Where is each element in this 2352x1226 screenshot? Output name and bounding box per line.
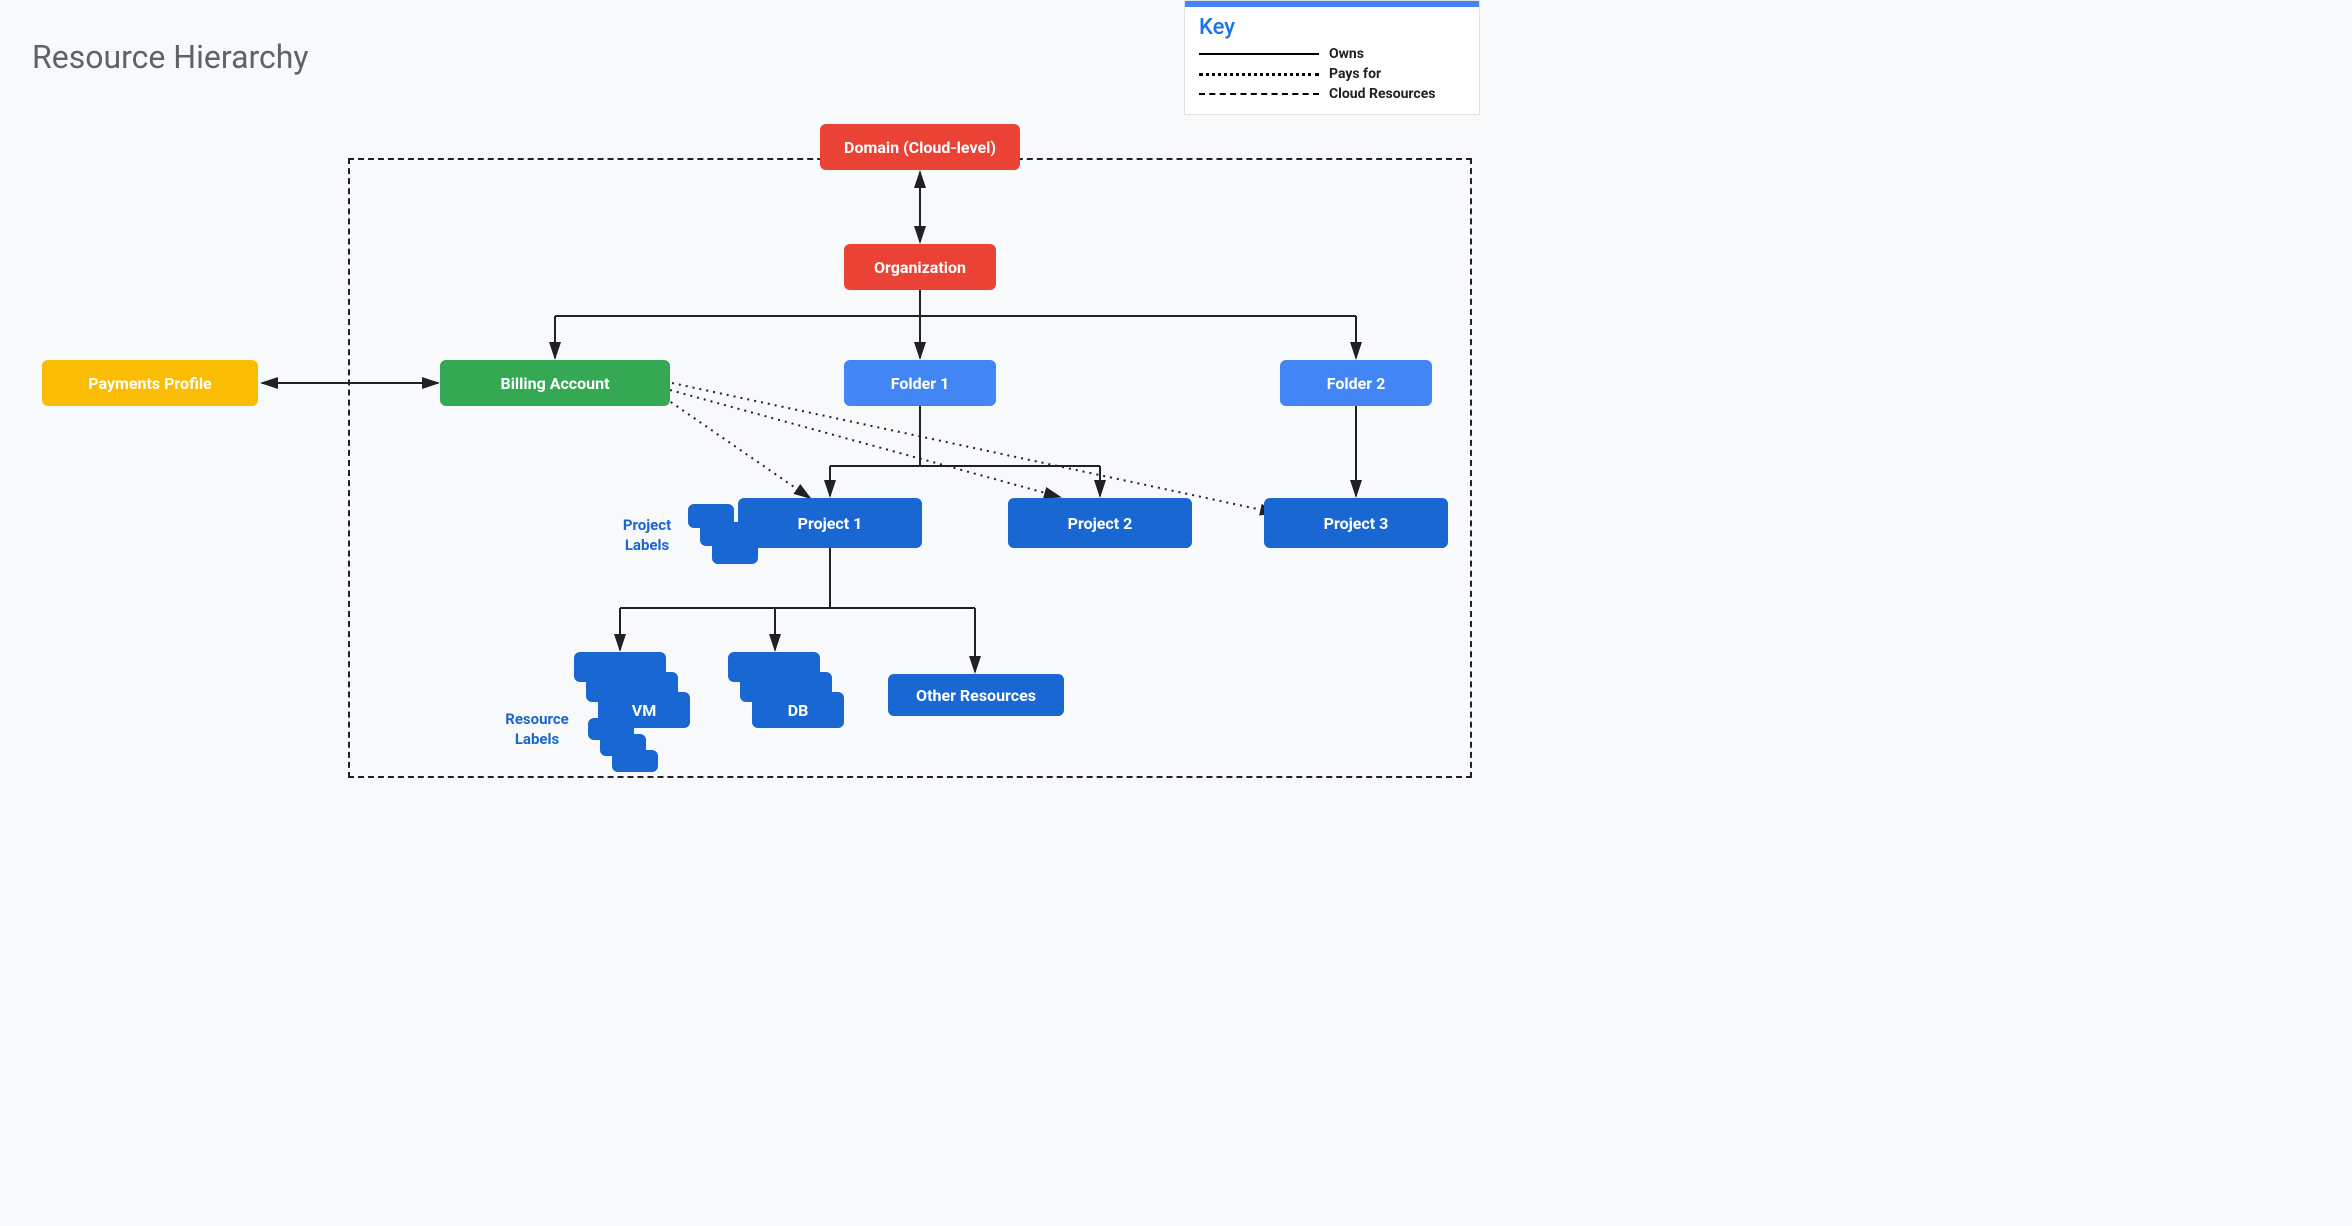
legend-label-cloudresources: Cloud Resources	[1329, 86, 1435, 102]
legend-label-paysfor: Pays for	[1329, 66, 1381, 82]
legend-row-owns: Owns	[1185, 44, 1479, 64]
legend-box: Key Owns Pays for Cloud Resources	[1184, 0, 1480, 115]
node-project3: Project 3	[1264, 498, 1448, 548]
node-billing-account: Billing Account	[440, 360, 670, 406]
resource-label-chip	[612, 750, 658, 772]
node-project2: Project 2	[1008, 498, 1192, 548]
node-other-resources: Other Resources	[888, 674, 1064, 716]
legend-row-cloudresources: Cloud Resources	[1185, 84, 1479, 104]
legend-title: Key	[1185, 7, 1479, 44]
label-project-labels: Project Labels	[612, 516, 682, 555]
node-project1: Project 1	[738, 498, 922, 548]
label-resource-labels: Resource Labels	[494, 710, 580, 749]
node-db: DB	[752, 692, 844, 728]
legend-line-dotted	[1199, 73, 1319, 76]
page-title: Resource Hierarchy	[32, 38, 309, 76]
node-folder1: Folder 1	[844, 360, 996, 406]
legend-label-owns: Owns	[1329, 46, 1364, 62]
legend-line-solid	[1199, 53, 1319, 55]
node-payments-profile: Payments Profile	[42, 360, 258, 406]
node-folder2: Folder 2	[1280, 360, 1432, 406]
legend-row-paysfor: Pays for	[1185, 64, 1479, 84]
node-organization: Organization	[844, 244, 996, 290]
legend-line-dashed	[1199, 93, 1319, 95]
node-domain: Domain (Cloud-level)	[820, 124, 1020, 170]
